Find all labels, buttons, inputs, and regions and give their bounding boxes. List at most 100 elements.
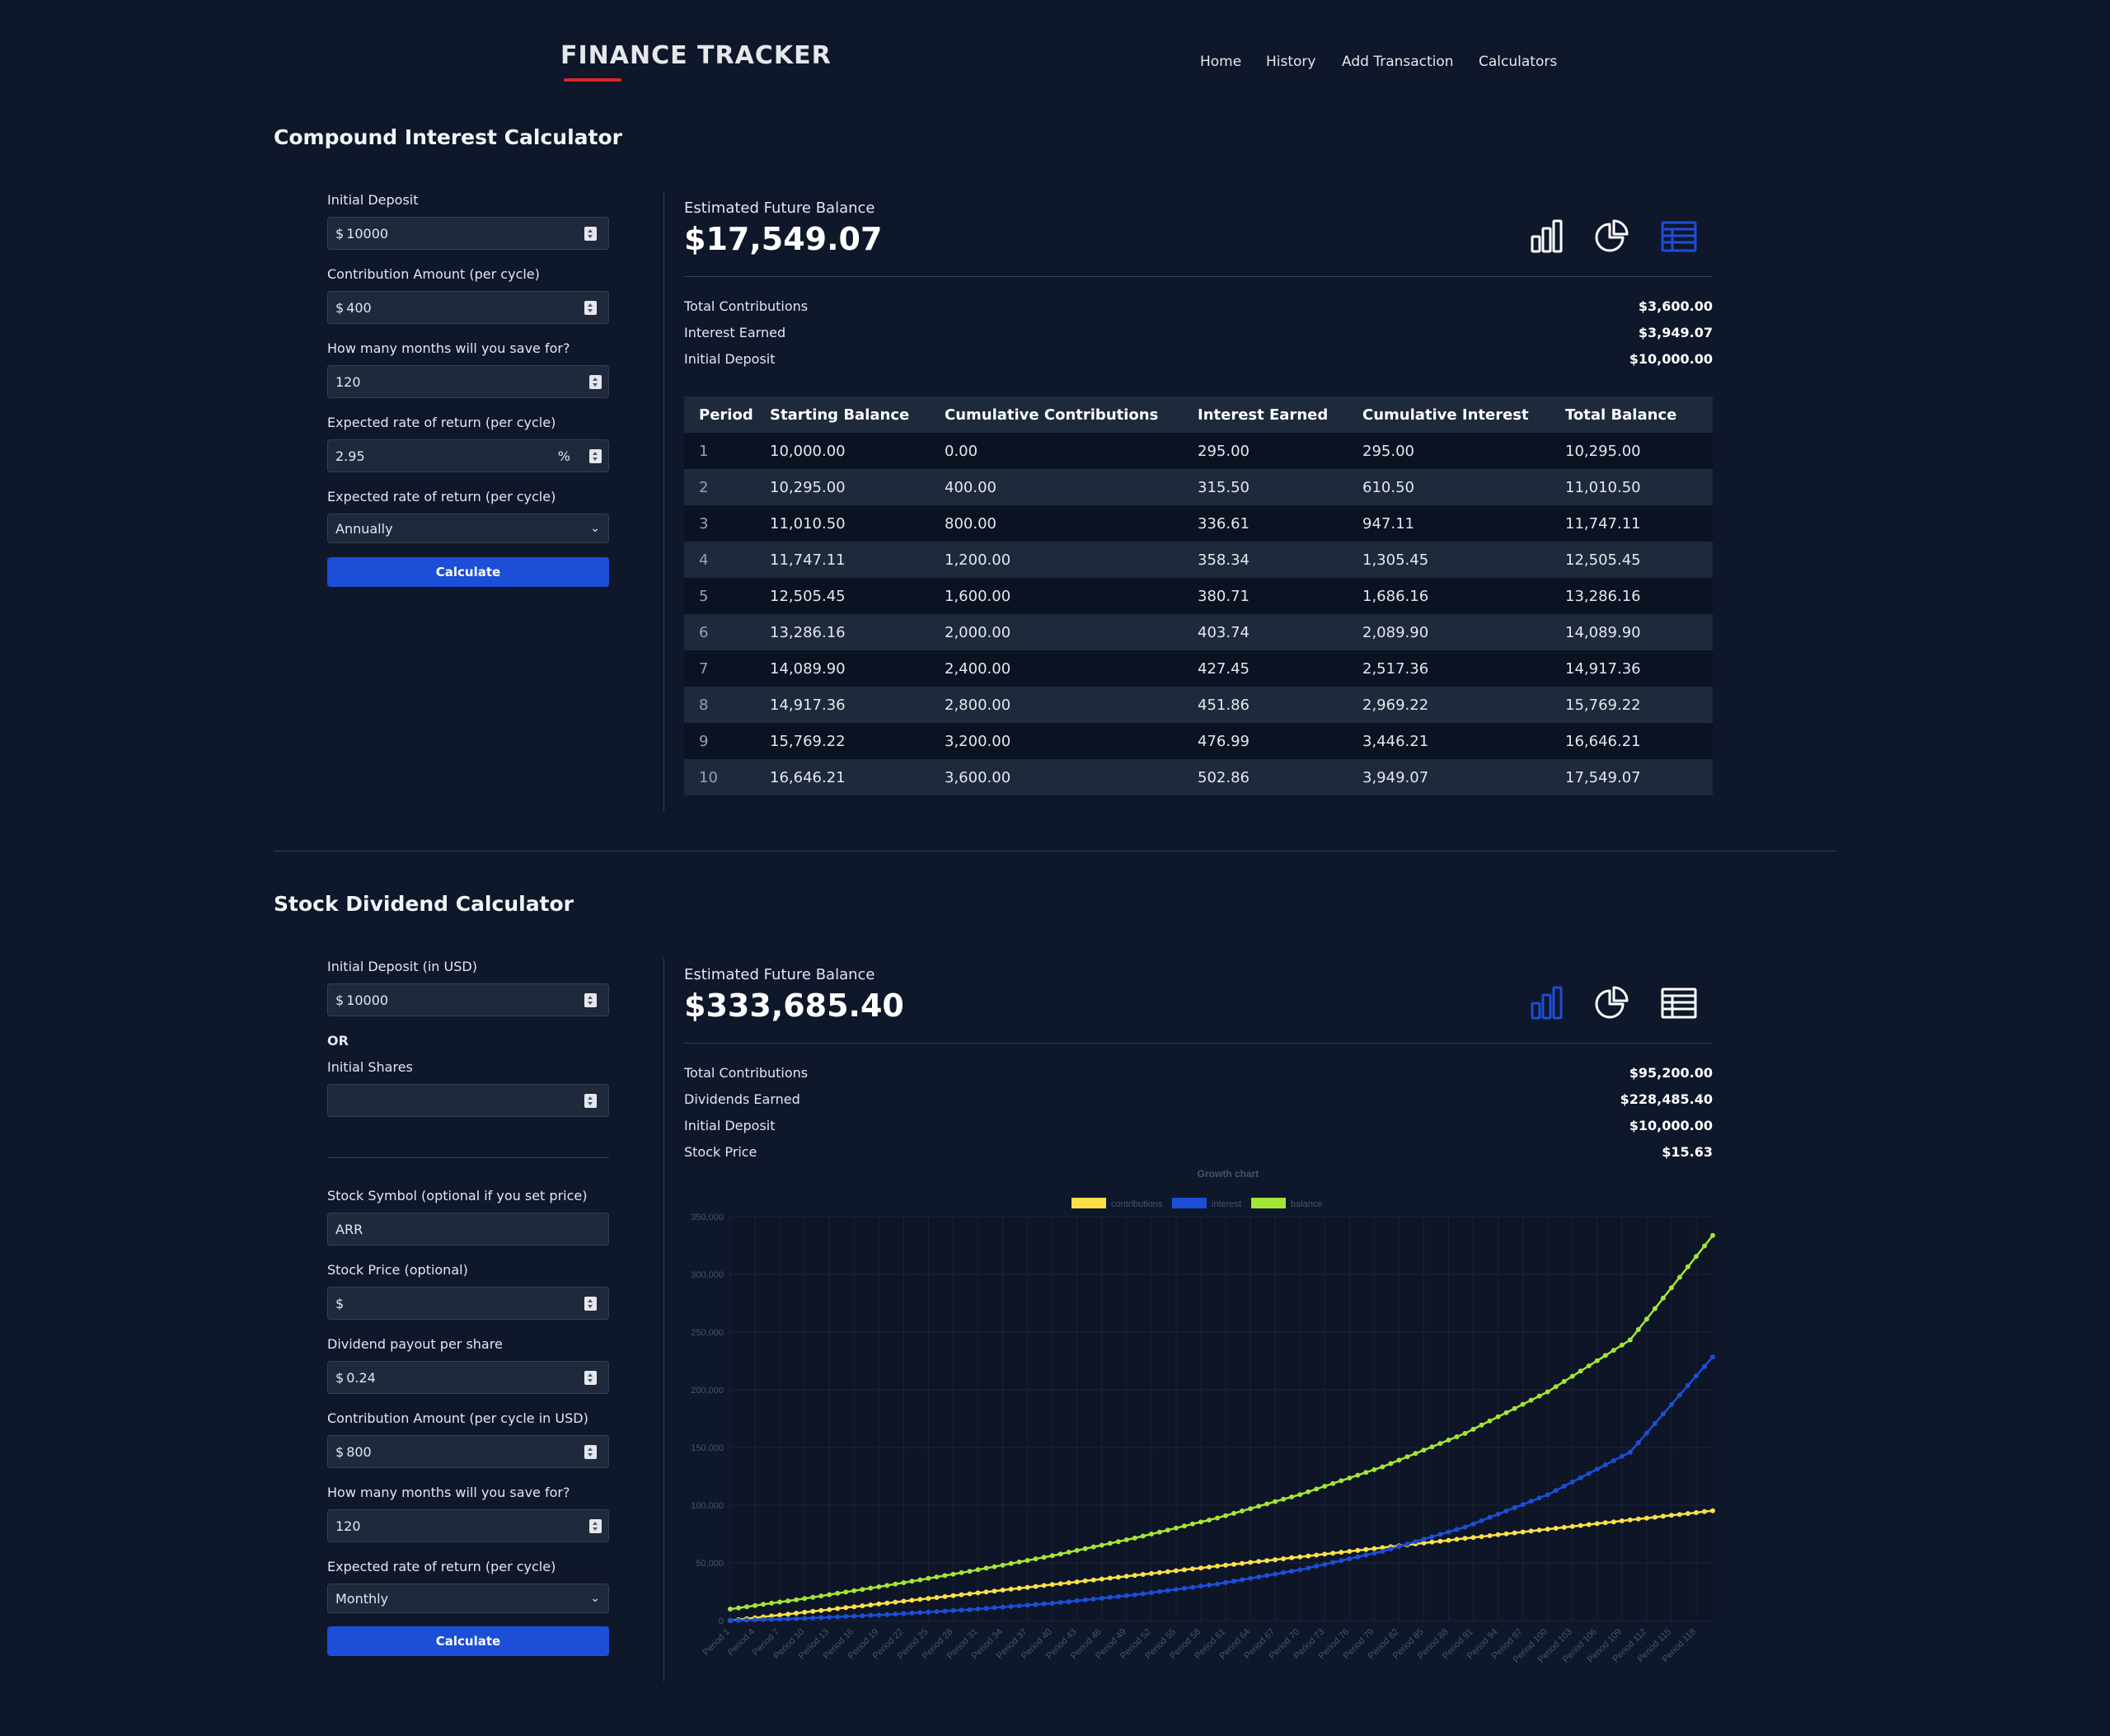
nav-calculators[interactable]: Calculators (1479, 54, 1557, 70)
sd-summary-value: $15.63 (1662, 1144, 1713, 1160)
table-cell: 14,089.90 (770, 650, 945, 687)
table-cell: 315.50 (1198, 469, 1362, 505)
ci-initial-deposit-input[interactable]: $ 10000 (327, 217, 609, 250)
bar-chart-icon[interactable] (1527, 217, 1567, 256)
data-point-contributions (785, 1612, 791, 1617)
data-point-contributions (1181, 1567, 1187, 1573)
data-point-balance (1578, 1368, 1583, 1374)
table-cell: 476.99 (1198, 723, 1362, 759)
brand-underline (564, 78, 621, 82)
data-point-balance (950, 1571, 956, 1577)
table-cell: 800.00 (945, 505, 1198, 542)
pie-chart-icon[interactable] (1592, 217, 1632, 256)
table-cell: 8 (684, 687, 770, 723)
data-point-balance (1503, 1410, 1509, 1415)
table-icon[interactable] (1659, 983, 1699, 1023)
data-point-balance (1536, 1393, 1542, 1399)
data-point-interest (1520, 1502, 1526, 1508)
data-point-interest (884, 1612, 890, 1617)
ci-frequency-select[interactable]: Annually ⌄ (327, 514, 609, 543)
data-point-interest (1264, 1573, 1270, 1579)
sd-vertical-divider (663, 958, 664, 1682)
stepper-icon[interactable] (584, 1445, 597, 1459)
table-cell: 10 (684, 759, 770, 795)
data-point-balance (1611, 1348, 1616, 1354)
stepper-icon[interactable] (584, 301, 597, 315)
data-point-contributions (1041, 1583, 1047, 1588)
chevron-down-icon: ⌄ (590, 522, 600, 535)
stepper-icon[interactable] (584, 227, 597, 241)
sd-contribution-input[interactable]: $ 800 (327, 1435, 609, 1468)
table-cell: 4 (684, 542, 770, 578)
table-cell: 1,686.16 (1362, 578, 1565, 614)
data-point-contributions (1256, 1559, 1262, 1565)
data-point-interest (1082, 1597, 1088, 1602)
stepper-icon[interactable] (589, 449, 602, 463)
data-point-balance (1643, 1316, 1649, 1322)
data-point-balance (1694, 1254, 1699, 1260)
data-point-balance (1025, 1558, 1030, 1563)
ci-calculate-button[interactable]: Calculate (327, 557, 609, 587)
table-cell: 13,286.16 (1565, 578, 1713, 614)
data-point-balance (1240, 1508, 1245, 1513)
data-point-contributions (1660, 1513, 1666, 1519)
data-point-balance (926, 1575, 931, 1581)
data-point-interest (893, 1612, 898, 1617)
data-point-interest (1297, 1567, 1303, 1573)
ci-rate-input[interactable]: 2.95 % (327, 439, 609, 472)
y-tick-label: 50,000 (696, 1559, 724, 1569)
data-point-balance (959, 1569, 964, 1575)
ci-frequency-value: Annually (335, 520, 393, 537)
data-point-contributions (1528, 1528, 1534, 1534)
section-divider (274, 851, 1836, 852)
sd-initial-deposit-input[interactable]: $ 10000 (327, 983, 609, 1016)
data-point-contributions (884, 1600, 890, 1606)
data-point-interest (1545, 1492, 1550, 1498)
data-point-contributions (975, 1590, 981, 1596)
brand-logo[interactable]: FINANCE TRACKER (560, 41, 832, 70)
ci-months-input[interactable]: 120 (327, 365, 609, 398)
sd-frequency-select[interactable]: Monthly ⌄ (327, 1584, 609, 1613)
data-point-balance (1181, 1523, 1187, 1529)
sd-months-input[interactable]: 120 (327, 1509, 609, 1542)
pie-chart-icon[interactable] (1592, 983, 1632, 1023)
table-cell: 1,600.00 (945, 578, 1198, 614)
data-point-contributions (810, 1608, 816, 1614)
sd-calculate-button[interactable]: Calculate (327, 1626, 609, 1656)
table-header-row: Period Starting Balance Cumulative Contr… (684, 396, 1713, 433)
nav-history[interactable]: History (1266, 54, 1315, 70)
sd-price-input[interactable]: $ (327, 1287, 609, 1320)
stepper-icon[interactable] (589, 375, 602, 389)
data-point-balance (843, 1589, 849, 1595)
nav-add-transaction[interactable]: Add Transaction (1342, 54, 1454, 70)
data-point-balance (1289, 1494, 1295, 1499)
table-icon[interactable] (1659, 217, 1699, 256)
stepper-icon[interactable] (584, 1297, 597, 1311)
ci-contribution-value: 400 (346, 299, 372, 316)
nav-home[interactable]: Home (1200, 54, 1241, 70)
bar-chart-icon[interactable] (1527, 983, 1567, 1023)
y-tick-label: 0 (719, 1616, 724, 1626)
dividend-section-title: Stock Dividend Calculator (274, 892, 574, 916)
data-point-contributions (1611, 1519, 1616, 1525)
data-point-balance (1660, 1295, 1666, 1301)
sd-payout-input[interactable]: $ 0.24 (327, 1361, 609, 1394)
sd-symbol-input[interactable]: ARR (327, 1213, 609, 1246)
table-cell: 14,917.36 (770, 687, 945, 723)
ci-contribution-input[interactable]: $ 400 (327, 291, 609, 324)
stepper-icon[interactable] (589, 1519, 602, 1533)
data-point-interest (1512, 1505, 1517, 1511)
stepper-icon[interactable] (584, 993, 597, 1007)
sd-symbol-value: ARR (335, 1221, 363, 1237)
data-point-contributions (1627, 1517, 1633, 1523)
sd-initial-shares-input[interactable] (327, 1084, 609, 1117)
data-point-contributions (1372, 1546, 1377, 1551)
data-point-balance (1223, 1513, 1228, 1518)
data-point-interest (901, 1611, 907, 1616)
table-cell: 12,505.45 (770, 578, 945, 614)
stepper-icon[interactable] (584, 1094, 597, 1108)
data-point-contributions (1676, 1512, 1682, 1518)
stepper-icon[interactable] (584, 1371, 597, 1385)
data-point-contributions (1140, 1572, 1146, 1577)
legend-label: contributions (1111, 1199, 1163, 1209)
